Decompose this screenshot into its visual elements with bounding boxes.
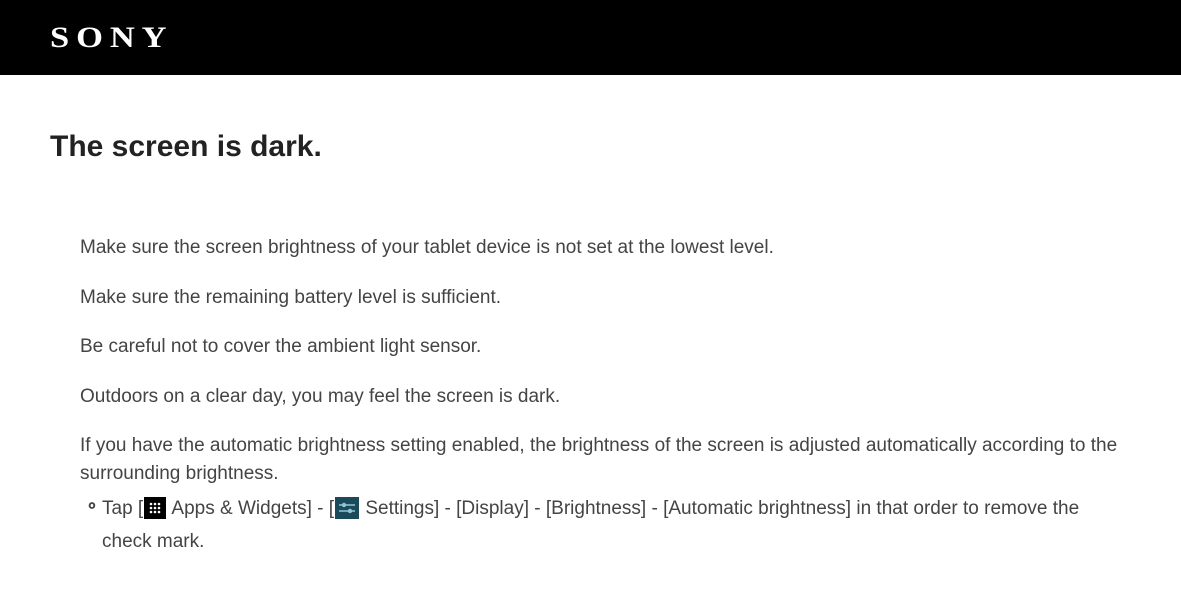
tip-text: If you have the automatic brightness set… — [80, 435, 1117, 484]
sony-logo: SONY — [50, 21, 173, 55]
tip-item: Outdoors on a clear day, you may feel th… — [80, 383, 1131, 411]
sub-tips-list: Tap [ Apps & Widgets] - [ — [80, 493, 1131, 558]
settings-icon — [335, 497, 359, 519]
tip-item: Make sure the screen brightness of your … — [80, 234, 1131, 262]
sub-tip-item: Tap [ Apps & Widgets] - [ — [102, 493, 1131, 558]
content-area: The screen is dark. Make sure the screen… — [0, 75, 1181, 600]
subtip-prefix: Tap [ — [102, 498, 143, 519]
apps-widgets-icon — [144, 497, 166, 519]
page-header: SONY — [0, 0, 1181, 75]
tip-item: If you have the automatic brightness set… — [80, 432, 1131, 558]
page-title: The screen is dark. — [50, 130, 1131, 164]
tip-item: Be careful not to cover the ambient ligh… — [80, 333, 1131, 361]
tips-list: Make sure the screen brightness of your … — [50, 234, 1131, 558]
tip-item: Make sure the remaining battery level is… — [80, 284, 1131, 312]
subtip-apps-label: Apps & Widgets] - [ — [167, 498, 334, 519]
